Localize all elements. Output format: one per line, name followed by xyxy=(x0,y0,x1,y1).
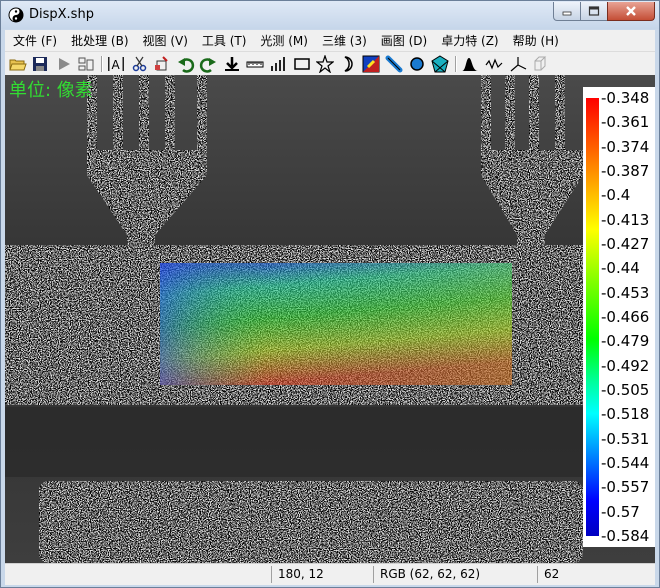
layout-icon[interactable] xyxy=(77,55,95,73)
status-bar: 180, 12 RGB (62, 62, 62) 62 xyxy=(5,563,655,585)
color-bar-label: -0.57 xyxy=(601,503,640,521)
status-rgb: RGB (62, 62, 62) xyxy=(373,566,537,583)
close-button[interactable] xyxy=(607,2,655,21)
menu-bar: 文件 (F) 批处理 (B) 视图 (V) 工具 (T) 光测 (M) 三维 (… xyxy=(5,30,655,51)
menu-help[interactable]: 帮助 (H) xyxy=(507,32,565,49)
color-bar-label: -0.557 xyxy=(601,478,650,496)
undo-icon[interactable] xyxy=(177,55,195,73)
color-bar-label: -0.427 xyxy=(601,235,650,253)
save-icon[interactable] xyxy=(31,55,49,73)
download-icon[interactable] xyxy=(223,55,241,73)
application-window: DispX.shp 文件 (F) 批处理 (B) 视图 (V) 工具 (T) 光… xyxy=(0,0,660,588)
unit-label: 单位: 像素 xyxy=(9,80,93,101)
status-coords: 180, 12 xyxy=(271,566,373,583)
title-bar[interactable]: DispX.shp xyxy=(1,1,659,29)
color-bar-label: -0.361 xyxy=(601,113,650,131)
color-bar-label: -0.466 xyxy=(601,308,650,326)
color-bar-label: -0.374 xyxy=(601,138,650,156)
cut-icon[interactable] xyxy=(131,55,149,73)
color-bar: -0.348 -0.361 -0.374 -0.387 -0.4 -0.413 … xyxy=(583,87,655,547)
svg-text:A: A xyxy=(112,58,121,72)
minimize-button[interactable] xyxy=(553,2,581,21)
window-title: DispX.shp xyxy=(29,7,94,22)
star-icon[interactable] xyxy=(316,55,334,73)
image-viewport[interactable]: 单位: 像素 -0.348 -0.361 -0.374 -0.387 -0.4 … xyxy=(5,75,655,563)
cube-icon[interactable] xyxy=(531,55,549,73)
color-bar-label: -0.518 xyxy=(601,405,650,423)
redo-icon[interactable] xyxy=(199,55,217,73)
color-bar-label: -0.492 xyxy=(601,357,650,375)
color-bar-label: -0.348 xyxy=(601,89,650,107)
axes-icon[interactable] xyxy=(509,55,527,73)
line-icon[interactable] xyxy=(385,55,403,73)
moon-icon[interactable] xyxy=(339,55,357,73)
color-bar-label: -0.44 xyxy=(601,259,640,277)
minimize-icon xyxy=(562,11,572,16)
status-value: 62 xyxy=(537,566,653,583)
ruler-icon[interactable] xyxy=(246,55,264,73)
color-bar-label: -0.453 xyxy=(601,284,650,302)
color-bar-label: -0.531 xyxy=(601,430,650,448)
polygon-icon[interactable] xyxy=(431,55,449,73)
close-icon xyxy=(626,6,636,16)
maximize-button[interactable] xyxy=(580,2,608,21)
text-icon[interactable]: A xyxy=(107,55,125,73)
open-folder-icon[interactable] xyxy=(9,55,27,73)
color-bar-label: -0.479 xyxy=(601,332,650,350)
menu-draw[interactable]: 画图 (D) xyxy=(375,32,433,49)
histogram-icon[interactable] xyxy=(461,55,479,73)
bar-chart-icon[interactable] xyxy=(269,55,287,73)
color-bar-label: -0.387 xyxy=(601,162,650,180)
menu-file[interactable]: 文件 (F) xyxy=(7,32,63,49)
toolbar-separator xyxy=(101,56,103,72)
app-logo-icon xyxy=(8,7,24,23)
color-bar-label: -0.4 xyxy=(601,186,631,204)
menu-zhuolite[interactable]: 卓力特 (Z) xyxy=(435,32,504,49)
toolbar: A xyxy=(5,51,655,75)
play-icon[interactable] xyxy=(55,55,73,73)
color-bar-label: -0.413 xyxy=(601,211,650,229)
rectangle-icon[interactable] xyxy=(293,55,311,73)
speckle-image xyxy=(5,75,655,563)
menu-tools[interactable]: 工具 (T) xyxy=(196,32,253,49)
color-bar-label: -0.544 xyxy=(601,454,650,472)
color-bar-label: -0.505 xyxy=(601,381,650,399)
color-bar-gradient xyxy=(586,98,599,536)
color-bar-label: -0.584 xyxy=(601,527,650,545)
menu-view[interactable]: 视图 (V) xyxy=(137,32,194,49)
menu-batch[interactable]: 批处理 (B) xyxy=(65,32,134,49)
crop-icon[interactable] xyxy=(153,55,171,73)
maximize-icon xyxy=(588,6,600,16)
menu-optical[interactable]: 光测 (M) xyxy=(254,32,314,49)
wave-icon[interactable] xyxy=(485,55,503,73)
circle-icon[interactable] xyxy=(408,55,426,73)
colormap-icon[interactable] xyxy=(362,55,380,73)
toolbar-separator xyxy=(455,56,457,72)
menu-3d[interactable]: 三维 (3) xyxy=(316,32,373,49)
